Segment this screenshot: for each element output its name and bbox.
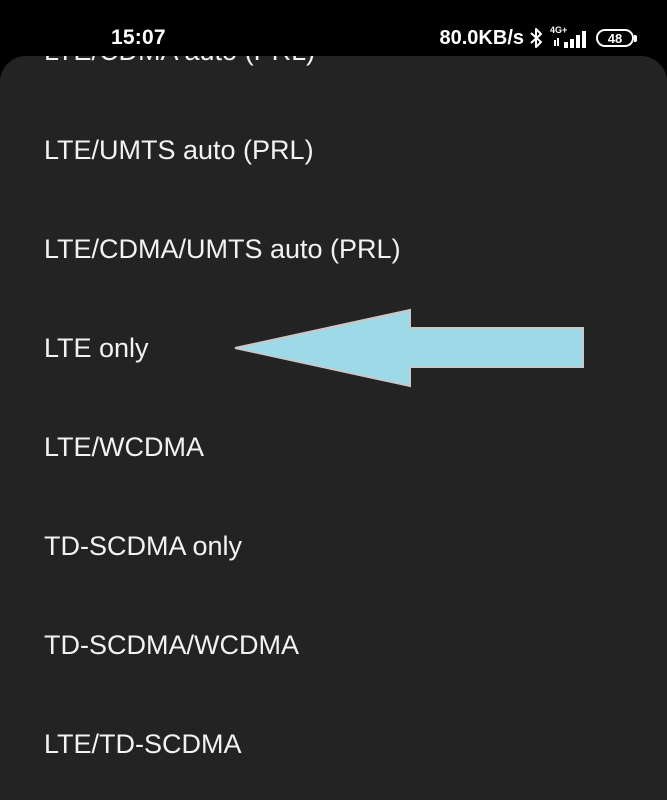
bluetooth-icon [530,28,542,48]
option-td-scdma-only[interactable]: TD-SCDMA only [44,531,242,561]
status-time: 15:07 [111,26,166,49]
option-lte-wcdma[interactable]: LTE/WCDMA [44,432,204,462]
signal-indicator: 4G+ [550,25,588,49]
network-mode-sheet: LTE/CDMA auto (PRL) LTE/UMTS auto (PRL) … [0,56,667,800]
battery-icon: 48 [596,29,637,47]
status-bar: 15:07 80.0KB/s 4G+ 48 [0,0,667,56]
battery-level: 48 [607,30,623,46]
option-lte-only[interactable]: LTE only [44,333,149,363]
option-lte-cdma-auto[interactable]: LTE/CDMA auto (PRL) [44,56,315,66]
screen: 15:07 80.0KB/s 4G+ 48 LTE/UMTS auto (PRL… [0,0,667,800]
network-speed: 80.0KB/s [439,26,525,49]
status-icons: 80.0KB/s 4G+ 48 [439,24,637,52]
option-lte-cdma-umts-auto[interactable]: LTE/CDMA/UMTS auto (PRL) [44,234,401,264]
option-td-scdma-wcdma[interactable]: TD-SCDMA/WCDMA [44,630,299,660]
signal-icon [554,31,586,48]
option-lte-umts-auto[interactable]: LTE/UMTS auto (PRL) [44,135,314,165]
option-lte-td-scdma[interactable]: LTE/TD-SCDMA [44,729,242,759]
battery-tip [634,35,637,42]
